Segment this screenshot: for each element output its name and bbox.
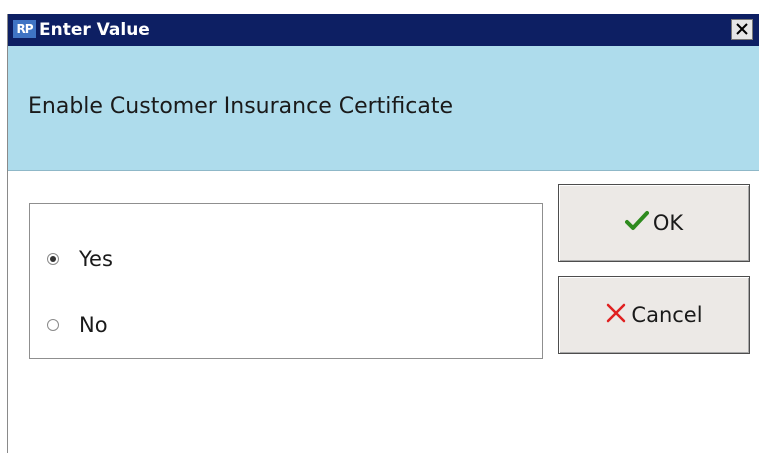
checkmark-icon — [624, 210, 649, 236]
dialog-title: Enter Value — [39, 20, 150, 40]
radio-label-yes: Yes — [79, 247, 113, 271]
radio-button-yes[interactable] — [47, 253, 59, 265]
radio-option-no[interactable]: No — [47, 312, 108, 338]
app-logo-icon: RP — [13, 20, 36, 38]
radio-option-yes[interactable]: Yes — [47, 246, 113, 272]
title-bar[interactable]: RP Enter Value — [8, 14, 759, 46]
close-button[interactable] — [731, 19, 753, 40]
x-icon — [605, 302, 627, 328]
prompt-header: Enable Customer Insurance Certificate — [8, 46, 759, 171]
ok-button[interactable]: OK — [558, 184, 750, 262]
ok-button-label: OK — [652, 211, 684, 235]
cancel-button-label: Cancel — [631, 303, 703, 327]
prompt-label: Enable Customer Insurance Certificate — [28, 94, 453, 119]
radio-label-no: No — [79, 313, 108, 337]
cancel-button[interactable]: Cancel — [558, 276, 750, 354]
enter-value-dialog: RP Enter Value Enable Customer Insurance… — [7, 14, 759, 453]
close-icon — [736, 23, 748, 35]
radio-button-no[interactable] — [47, 319, 59, 331]
radio-group: Yes No — [29, 203, 543, 359]
